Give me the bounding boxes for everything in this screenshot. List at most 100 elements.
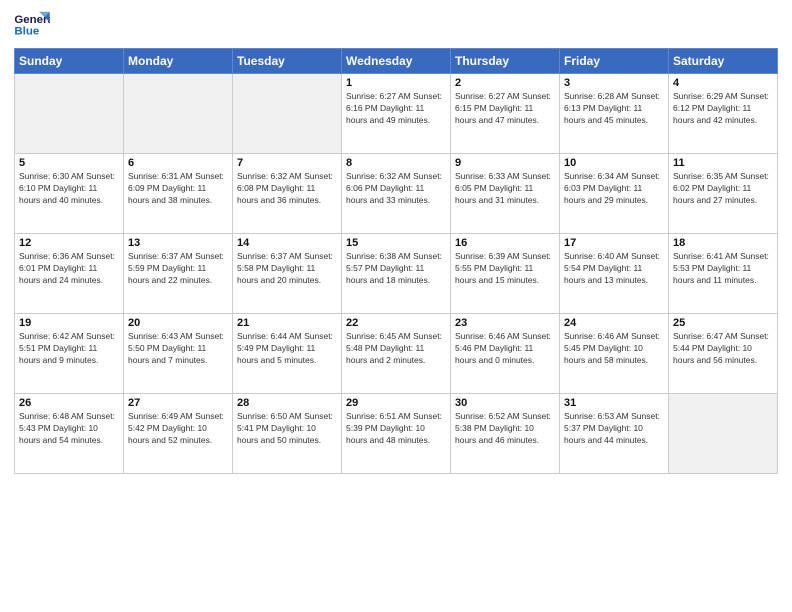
week-row-3: 12Sunrise: 6:36 AM Sunset: 6:01 PM Dayli… <box>15 234 778 314</box>
day-number: 15 <box>346 237 446 249</box>
day-number: 8 <box>346 157 446 169</box>
weekday-header-monday: Monday <box>124 49 233 74</box>
day-info: Sunrise: 6:41 AM Sunset: 5:53 PM Dayligh… <box>673 251 773 287</box>
day-info: Sunrise: 6:34 AM Sunset: 6:03 PM Dayligh… <box>564 171 664 207</box>
week-row-1: 1Sunrise: 6:27 AM Sunset: 6:16 PM Daylig… <box>15 74 778 154</box>
calendar-cell <box>669 394 778 474</box>
header: General Blue <box>14 10 778 40</box>
day-number: 26 <box>19 397 119 409</box>
calendar-cell: 14 Sunrise: 6:37 AM Sunset: 5:58 PM Dayli… <box>233 234 342 314</box>
calendar-cell: 2Sunrise: 6:27 AM Sunset: 6:15 PM Daylig… <box>451 74 560 154</box>
svg-text:Blue: Blue <box>14 26 39 38</box>
day-info: Sunrise: 6:48 AM Sunset: 5:43 PM Dayligh… <box>19 411 119 447</box>
calendar-cell: 30 Sunrise: 6:52 AM Sunset: 5:38 PM Dayli… <box>451 394 560 474</box>
day-info: Sunrise: 6:38 AM Sunset: 5:57 PM Dayligh… <box>346 251 446 287</box>
calendar-cell: 3 Sunrise: 6:28 AM Sunset: 6:13 PM Daylig… <box>560 74 669 154</box>
calendar-cell <box>233 74 342 154</box>
calendar-table: SundayMondayTuesdayWednesdayThursdayFrid… <box>14 48 778 474</box>
weekday-header-sunday: Sunday <box>15 49 124 74</box>
day-number: 22 <box>346 317 446 329</box>
weekday-header-friday: Friday <box>560 49 669 74</box>
calendar-cell: 13 Sunrise: 6:37 AM Sunset: 5:59 PM Dayli… <box>124 234 233 314</box>
day-info: Sunrise: 6:49 AM Sunset: 5:42 PM Dayligh… <box>128 411 228 447</box>
day-info: Sunrise: 6:45 AM Sunset: 5:48 PM Dayligh… <box>346 331 446 367</box>
calendar-cell: 22 Sunrise: 6:45 AM Sunset: 5:48 PM Dayli… <box>342 314 451 394</box>
calendar-cell: 16Sunrise: 6:39 AM Sunset: 5:55 PM Dayli… <box>451 234 560 314</box>
day-number: 29 <box>346 397 446 409</box>
day-number: 25 <box>673 317 773 329</box>
calendar-cell: 25 Sunrise: 6:47 AM Sunset: 5:44 PM Dayli… <box>669 314 778 394</box>
weekday-header-tuesday: Tuesday <box>233 49 342 74</box>
calendar-cell: 27Sunrise: 6:49 AM Sunset: 5:42 PM Dayli… <box>124 394 233 474</box>
weekday-header-saturday: Saturday <box>669 49 778 74</box>
calendar-cell <box>124 74 233 154</box>
day-number: 28 <box>237 397 337 409</box>
day-info: Sunrise: 6:43 AM Sunset: 5:50 PM Dayligh… <box>128 331 228 367</box>
calendar-cell: 31 Sunrise: 6:53 AM Sunset: 5:37 PM Dayli… <box>560 394 669 474</box>
day-info: Sunrise: 6:30 AM Sunset: 6:10 PM Dayligh… <box>19 171 119 207</box>
day-info: Sunrise: 6:37 AM Sunset: 5:58 PM Dayligh… <box>237 251 337 287</box>
day-info: Sunrise: 6:53 AM Sunset: 5:37 PM Dayligh… <box>564 411 664 447</box>
calendar-cell: 20 Sunrise: 6:43 AM Sunset: 5:50 PM Dayli… <box>124 314 233 394</box>
day-number: 1 <box>346 77 446 89</box>
day-number: 24 <box>564 317 664 329</box>
day-info: Sunrise: 6:31 AM Sunset: 6:09 PM Dayligh… <box>128 171 228 207</box>
day-number: 9 <box>455 157 555 169</box>
week-row-2: 5 Sunrise: 6:30 AM Sunset: 6:10 PM Daylig… <box>15 154 778 234</box>
day-info: Sunrise: 6:37 AM Sunset: 5:59 PM Dayligh… <box>128 251 228 287</box>
day-info: Sunrise: 6:52 AM Sunset: 5:38 PM Dayligh… <box>455 411 555 447</box>
weekday-header-row: SundayMondayTuesdayWednesdayThursdayFrid… <box>15 49 778 74</box>
calendar-cell: 7 Sunrise: 6:32 AM Sunset: 6:08 PM Daylig… <box>233 154 342 234</box>
calendar-cell: 15 Sunrise: 6:38 AM Sunset: 5:57 PM Dayli… <box>342 234 451 314</box>
day-number: 3 <box>564 77 664 89</box>
day-info: Sunrise: 6:28 AM Sunset: 6:13 PM Dayligh… <box>564 91 664 127</box>
day-info: Sunrise: 6:46 AM Sunset: 5:46 PM Dayligh… <box>455 331 555 367</box>
calendar-cell: 23 Sunrise: 6:46 AM Sunset: 5:46 PM Dayli… <box>451 314 560 394</box>
calendar-cell: 19Sunrise: 6:42 AM Sunset: 5:51 PM Dayli… <box>15 314 124 394</box>
calendar-cell: 28Sunrise: 6:50 AM Sunset: 5:41 PM Dayli… <box>233 394 342 474</box>
day-number: 17 <box>564 237 664 249</box>
day-info: Sunrise: 6:32 AM Sunset: 6:08 PM Dayligh… <box>237 171 337 207</box>
day-info: Sunrise: 6:51 AM Sunset: 5:39 PM Dayligh… <box>346 411 446 447</box>
day-number: 21 <box>237 317 337 329</box>
day-info: Sunrise: 6:33 AM Sunset: 6:05 PM Dayligh… <box>455 171 555 207</box>
day-number: 14 <box>237 237 337 249</box>
calendar-cell: 1Sunrise: 6:27 AM Sunset: 6:16 PM Daylig… <box>342 74 451 154</box>
logo: General Blue <box>14 10 50 40</box>
weekday-header-thursday: Thursday <box>451 49 560 74</box>
day-number: 13 <box>128 237 228 249</box>
day-number: 18 <box>673 237 773 249</box>
logo-icon: General Blue <box>14 10 50 40</box>
day-info: Sunrise: 6:47 AM Sunset: 5:44 PM Dayligh… <box>673 331 773 367</box>
calendar-cell: 8 Sunrise: 6:32 AM Sunset: 6:06 PM Daylig… <box>342 154 451 234</box>
day-info: Sunrise: 6:46 AM Sunset: 5:45 PM Dayligh… <box>564 331 664 367</box>
week-row-4: 19Sunrise: 6:42 AM Sunset: 5:51 PM Dayli… <box>15 314 778 394</box>
weekday-header-wednesday: Wednesday <box>342 49 451 74</box>
day-number: 23 <box>455 317 555 329</box>
day-info: Sunrise: 6:35 AM Sunset: 6:02 PM Dayligh… <box>673 171 773 207</box>
day-number: 19 <box>19 317 119 329</box>
calendar-cell: 4Sunrise: 6:29 AM Sunset: 6:12 PM Daylig… <box>669 74 778 154</box>
calendar-cell: 24 Sunrise: 6:46 AM Sunset: 5:45 PM Dayli… <box>560 314 669 394</box>
day-number: 31 <box>564 397 664 409</box>
calendar-cell: 9 Sunrise: 6:33 AM Sunset: 6:05 PM Daylig… <box>451 154 560 234</box>
calendar-cell: 5 Sunrise: 6:30 AM Sunset: 6:10 PM Daylig… <box>15 154 124 234</box>
day-info: Sunrise: 6:40 AM Sunset: 5:54 PM Dayligh… <box>564 251 664 287</box>
day-number: 6 <box>128 157 228 169</box>
calendar-cell <box>15 74 124 154</box>
calendar-cell: 18 Sunrise: 6:41 AM Sunset: 5:53 PM Dayli… <box>669 234 778 314</box>
day-number: 12 <box>19 237 119 249</box>
day-number: 11 <box>673 157 773 169</box>
calendar-cell: 26 Sunrise: 6:48 AM Sunset: 5:43 PM Dayli… <box>15 394 124 474</box>
week-row-5: 26 Sunrise: 6:48 AM Sunset: 5:43 PM Dayli… <box>15 394 778 474</box>
day-number: 7 <box>237 157 337 169</box>
day-number: 30 <box>455 397 555 409</box>
calendar-cell: 6 Sunrise: 6:31 AM Sunset: 6:09 PM Daylig… <box>124 154 233 234</box>
day-number: 5 <box>19 157 119 169</box>
calendar-cell: 12Sunrise: 6:36 AM Sunset: 6:01 PM Dayli… <box>15 234 124 314</box>
day-info: Sunrise: 6:29 AM Sunset: 6:12 PM Dayligh… <box>673 91 773 127</box>
day-info: Sunrise: 6:39 AM Sunset: 5:55 PM Dayligh… <box>455 251 555 287</box>
day-info: Sunrise: 6:32 AM Sunset: 6:06 PM Dayligh… <box>346 171 446 207</box>
day-info: Sunrise: 6:44 AM Sunset: 5:49 PM Dayligh… <box>237 331 337 367</box>
day-number: 20 <box>128 317 228 329</box>
